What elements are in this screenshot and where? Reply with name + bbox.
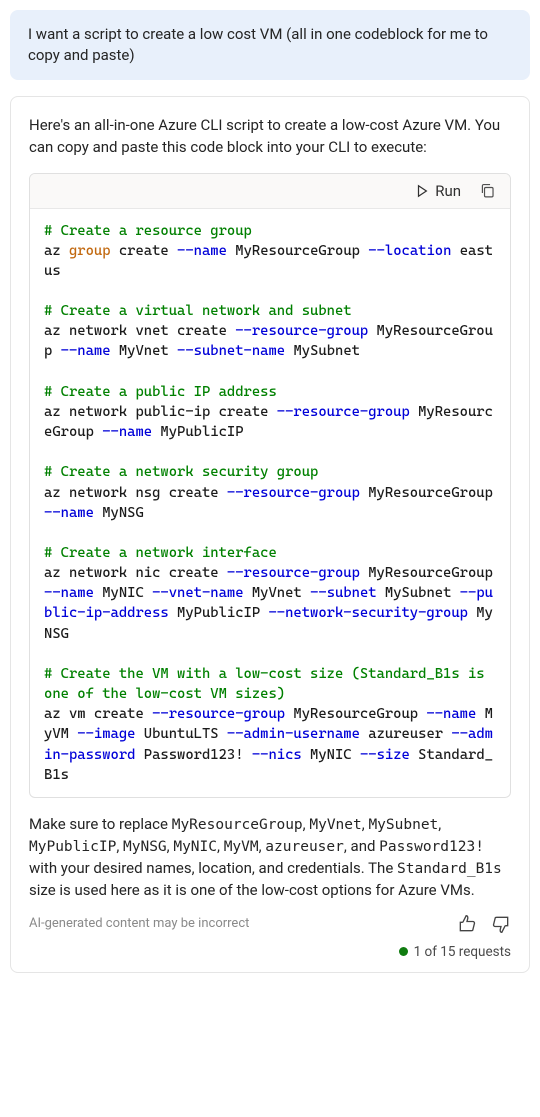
code-block: Run # Create a resource group az group c… [29,173,511,798]
requests-status-row: 1 of 15 requests [29,944,511,960]
play-icon [415,184,429,198]
thumbs-down-icon[interactable] [491,914,511,934]
outro-text: Make sure to replace MyResourceGroup, My… [29,814,511,902]
thumbs-up-icon[interactable] [457,914,477,934]
disclaimer-row: AI-generated content may be incorrect [29,914,511,934]
disclaimer-text: AI-generated content may be incorrect [29,916,249,931]
code-body[interactable]: # Create a resource group az group creat… [30,209,510,797]
run-button[interactable]: Run [415,182,461,200]
code-block-header: Run [30,174,510,209]
intro-text: Here's an all-in-one Azure CLI script to… [29,115,511,159]
user-message-bubble: I want a script to create a low cost VM … [10,10,530,80]
copy-icon [479,182,496,199]
requests-count: 1 of 15 requests [414,944,511,960]
copy-button[interactable] [479,182,496,199]
run-label: Run [435,182,461,200]
status-dot-icon [399,947,408,956]
assistant-response-card: Here's an all-in-one Azure CLI script to… [10,96,530,973]
